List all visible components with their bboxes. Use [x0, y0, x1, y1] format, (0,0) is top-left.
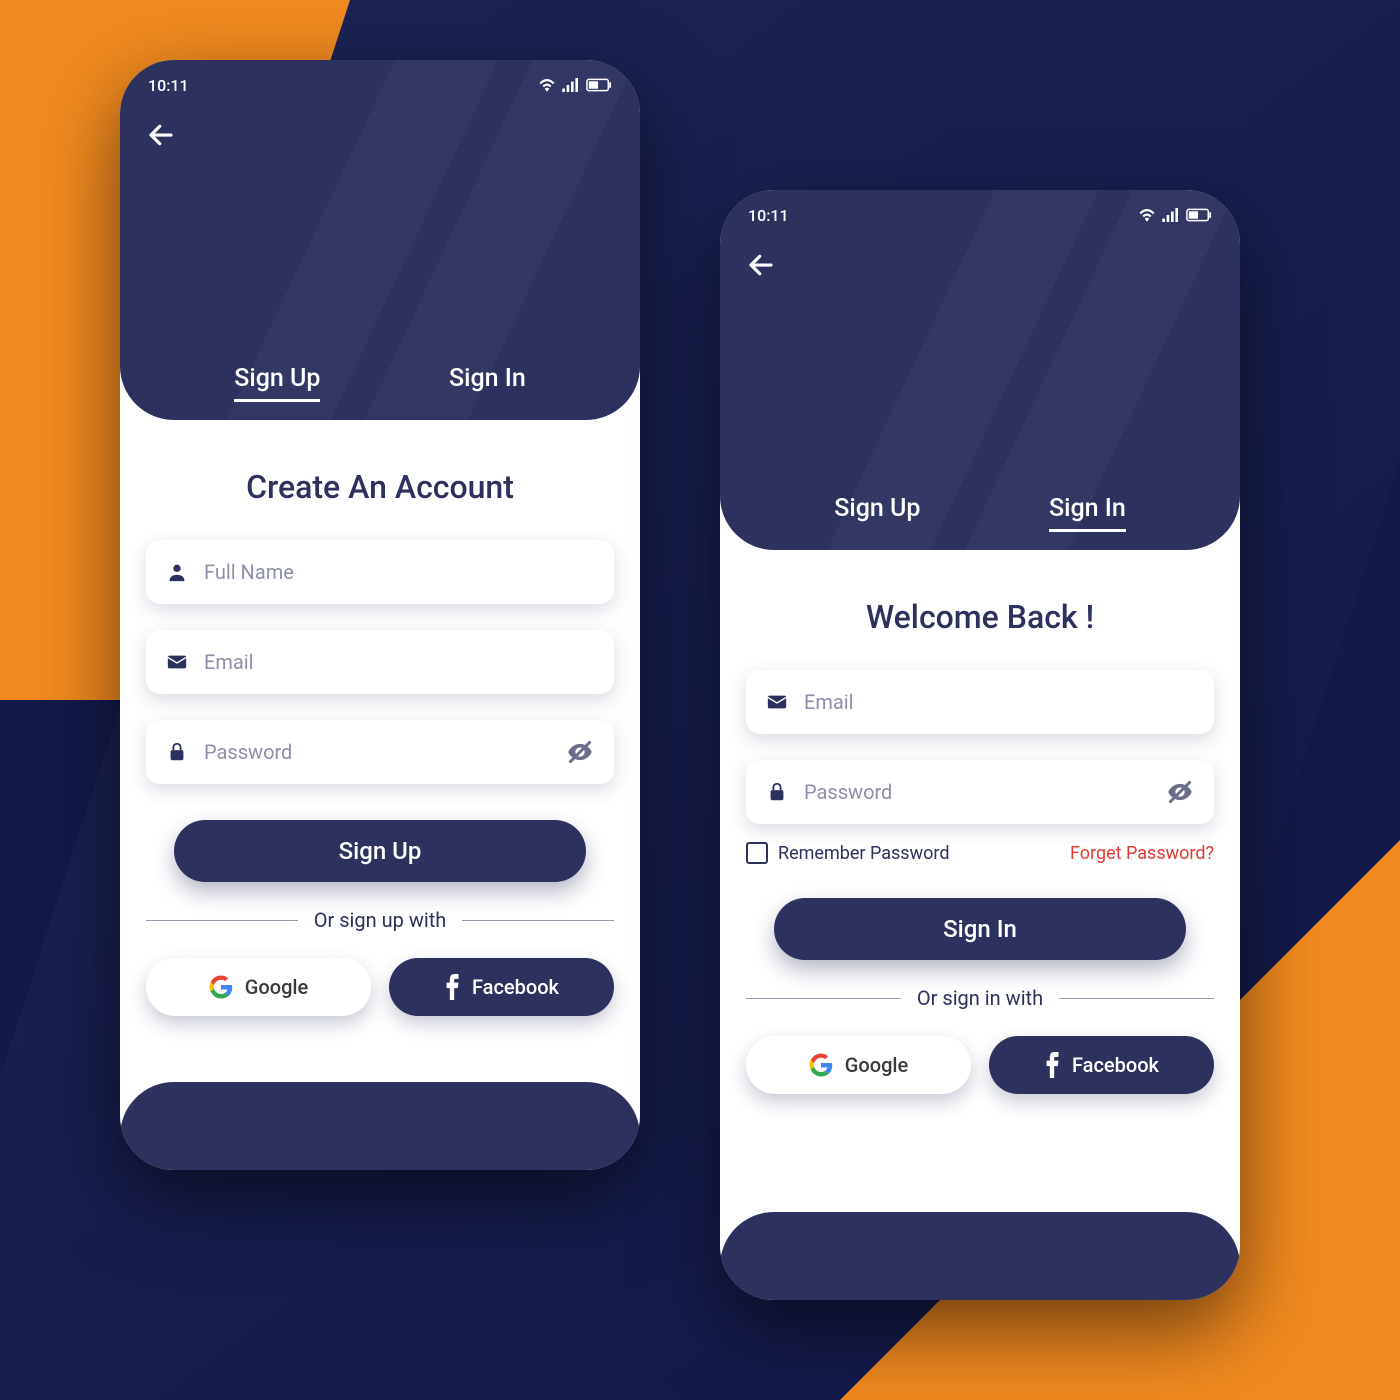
facebook-label: Facebook — [1072, 1053, 1159, 1077]
header: Sign Up Sign In — [720, 190, 1240, 550]
signal-icon — [1162, 208, 1180, 222]
signin-screen: 10:11 Sign Up Sign In Welcome Back ! — [720, 190, 1240, 1300]
divider-text: Or sign up with — [314, 908, 447, 932]
wifi-icon — [538, 78, 556, 92]
remember-label: Remember Password — [778, 843, 949, 864]
auth-tabs: Sign Up Sign In — [120, 364, 640, 402]
battery-icon — [586, 78, 612, 92]
tab-signup[interactable]: Sign Up — [834, 494, 920, 532]
arrow-left-icon — [146, 120, 176, 150]
facebook-button[interactable]: Facebook — [389, 958, 614, 1016]
footer — [720, 1212, 1240, 1300]
mail-icon — [766, 691, 788, 713]
person-icon — [166, 561, 188, 583]
footer — [120, 1082, 640, 1170]
eye-off-icon[interactable] — [1166, 778, 1194, 806]
password-input[interactable] — [804, 780, 1150, 804]
divider-text: Or sign in with — [917, 986, 1043, 1010]
google-button[interactable]: Google — [146, 958, 371, 1016]
page-title: Create An Account — [246, 468, 514, 506]
social-row: Google Facebook — [146, 958, 614, 1016]
tab-signin[interactable]: Sign In — [1049, 494, 1126, 532]
forget-password-link[interactable]: Forget Password? — [1070, 843, 1214, 864]
lock-icon — [166, 741, 188, 763]
battery-icon — [1186, 208, 1212, 222]
fullname-input[interactable] — [204, 560, 594, 584]
divider: Or sign up with — [146, 908, 614, 932]
signal-icon — [562, 78, 580, 92]
signup-button[interactable]: Sign Up — [174, 820, 586, 882]
header: Sign Up Sign In — [120, 60, 640, 420]
signin-form: Welcome Back ! Remember Password Forget … — [720, 550, 1240, 1212]
tab-signin[interactable]: Sign In — [449, 364, 526, 402]
status-bar: 10:11 — [720, 200, 1240, 230]
facebook-icon — [1044, 1052, 1060, 1078]
signup-screen: 10:11 Sign Up Sign In Create An Account — [120, 60, 640, 1170]
checkbox-icon — [746, 842, 768, 864]
google-button[interactable]: Google — [746, 1036, 971, 1094]
social-row: Google Facebook — [746, 1036, 1214, 1094]
email-input[interactable] — [804, 690, 1194, 714]
mail-icon — [166, 651, 188, 673]
email-input[interactable] — [204, 650, 594, 674]
arrow-left-icon — [746, 250, 776, 280]
status-bar: 10:11 — [120, 70, 640, 100]
back-button[interactable] — [146, 120, 176, 154]
facebook-icon — [444, 974, 460, 1000]
password-field[interactable] — [146, 720, 614, 784]
google-label: Google — [845, 1053, 908, 1077]
remember-checkbox[interactable]: Remember Password — [746, 842, 949, 864]
signup-form: Create An Account Sign Up Or sign up wit… — [120, 420, 640, 1082]
email-field[interactable] — [146, 630, 614, 694]
facebook-button[interactable]: Facebook — [989, 1036, 1214, 1094]
google-icon — [809, 1053, 833, 1077]
signin-button[interactable]: Sign In — [774, 898, 1186, 960]
divider: Or sign in with — [746, 986, 1214, 1010]
fullname-field[interactable] — [146, 540, 614, 604]
email-field[interactable] — [746, 670, 1214, 734]
tab-signup[interactable]: Sign Up — [234, 364, 320, 402]
status-icons — [538, 78, 612, 92]
auth-tabs: Sign Up Sign In — [720, 494, 1240, 532]
facebook-label: Facebook — [472, 975, 559, 999]
back-button[interactable] — [746, 250, 776, 284]
wifi-icon — [1138, 208, 1156, 222]
lock-icon — [766, 781, 788, 803]
google-icon — [209, 975, 233, 999]
status-time: 10:11 — [748, 206, 789, 225]
status-time: 10:11 — [148, 76, 189, 95]
options-row: Remember Password Forget Password? — [746, 842, 1214, 864]
eye-off-icon[interactable] — [566, 738, 594, 766]
google-label: Google — [245, 975, 308, 999]
password-field[interactable] — [746, 760, 1214, 824]
page-title: Welcome Back ! — [866, 598, 1094, 636]
status-icons — [1138, 208, 1212, 222]
password-input[interactable] — [204, 740, 550, 764]
